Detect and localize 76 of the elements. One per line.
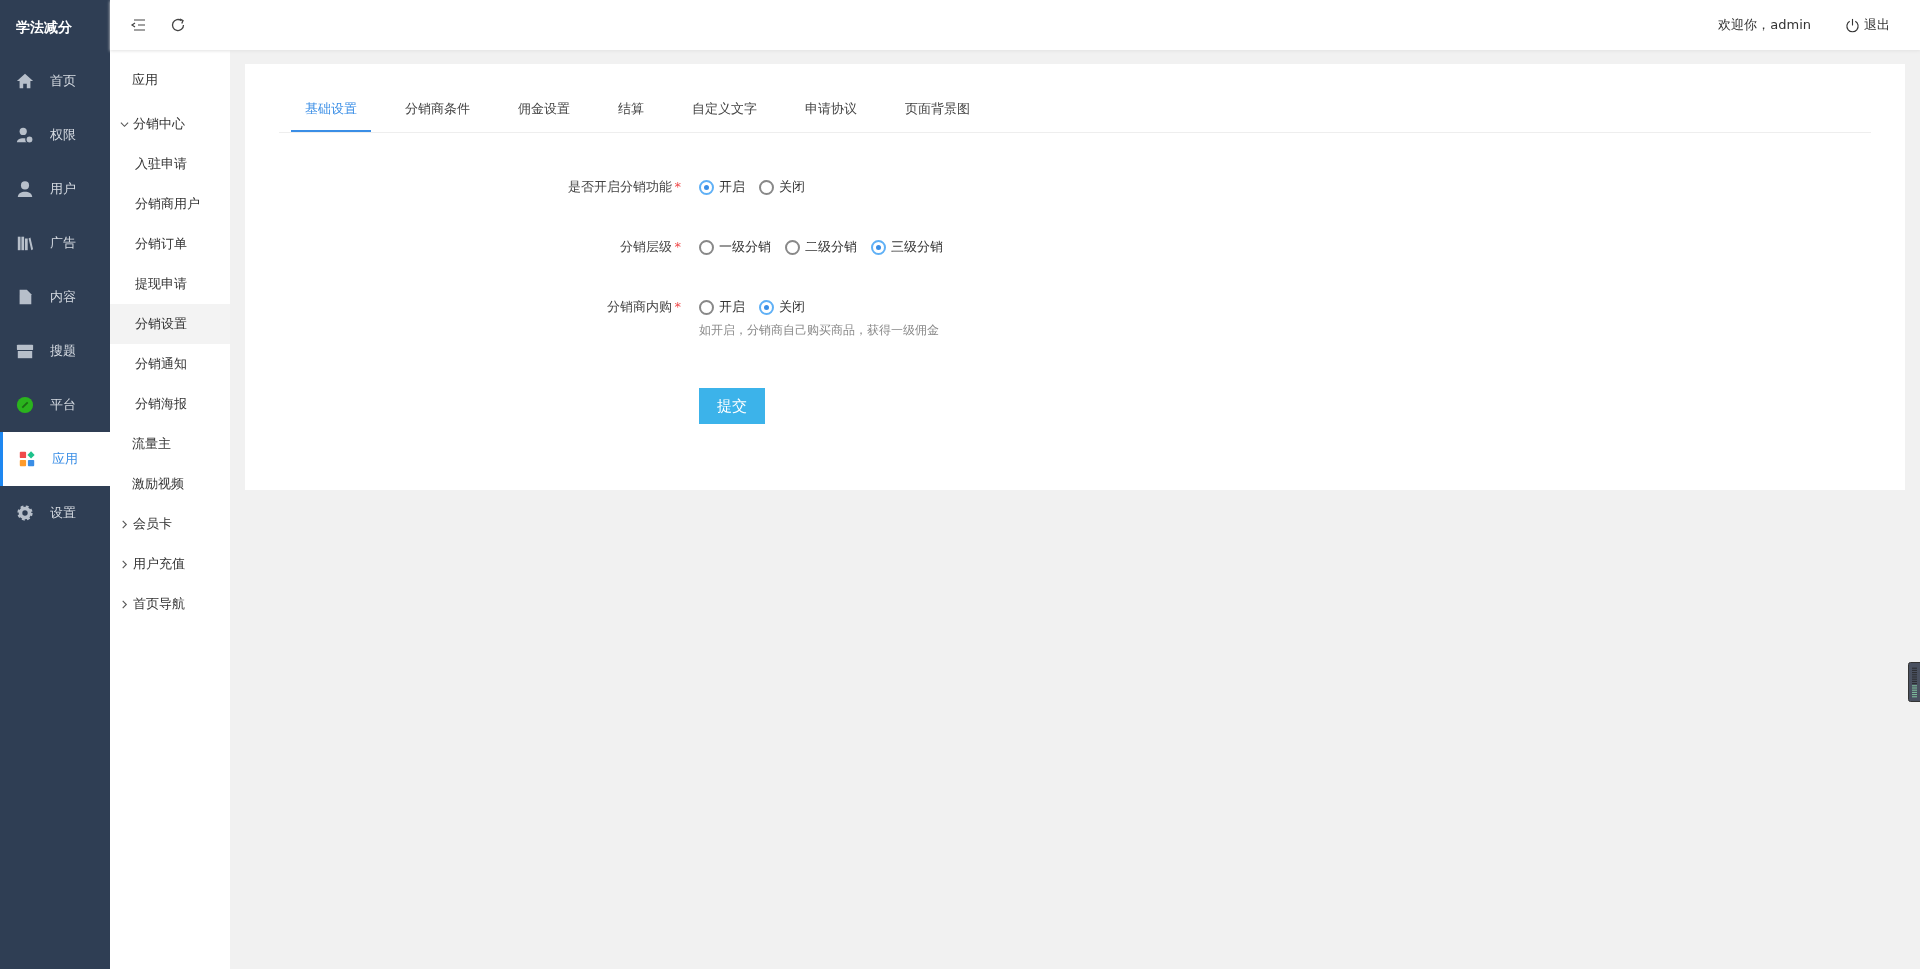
radio-option[interactable]: 三级分销 bbox=[871, 237, 943, 257]
radio-circle[interactable] bbox=[759, 179, 774, 195]
radio-label: 二级分销 bbox=[805, 238, 857, 256]
radio-option[interactable]: 开启 bbox=[699, 177, 745, 197]
submenu-item[interactable]: 激励视频 bbox=[110, 464, 230, 504]
welcome-text: 欢迎你，admin bbox=[1718, 16, 1811, 34]
submenu-item[interactable]: 流量主 bbox=[110, 424, 230, 464]
chevron-right-icon bbox=[120, 519, 129, 529]
submenu-group[interactable]: 首页导航 bbox=[110, 584, 230, 624]
radio-option[interactable]: 关闭 bbox=[759, 177, 805, 197]
sidebar-item[interactable]: 广告 bbox=[0, 216, 110, 270]
sidebar-item[interactable]: 搜题 bbox=[0, 324, 110, 378]
radio-circle[interactable] bbox=[699, 299, 714, 315]
submenu-item[interactable]: 分销订单 bbox=[110, 224, 230, 264]
field-label: 分销商内购 * bbox=[605, 298, 682, 316]
radio-label: 三级分销 bbox=[891, 238, 943, 256]
sidebar-item[interactable]: 权限 bbox=[0, 108, 110, 162]
tab[interactable]: 自定义文字 bbox=[678, 88, 771, 132]
field-hint: 如开启，分销商自己购买商品，获得一级佣金 bbox=[699, 323, 939, 338]
required-mark: * bbox=[674, 239, 681, 254]
user-gear-icon bbox=[16, 126, 34, 144]
radio-option[interactable]: 二级分销 bbox=[785, 237, 857, 257]
radio-label: 一级分销 bbox=[719, 238, 771, 256]
logout-link[interactable]: 退出 bbox=[1845, 16, 1890, 34]
submenu-item[interactable]: 分销海报 bbox=[110, 384, 230, 424]
required-mark: * bbox=[674, 299, 681, 314]
store-icon bbox=[16, 342, 34, 360]
side-widget-drawing[interactable] bbox=[1908, 662, 1920, 702]
sidebar-item[interactable]: 首页 bbox=[0, 54, 110, 108]
submenu-item[interactable]: 分销通知 bbox=[110, 344, 230, 384]
sidebar-item[interactable]: 用户 bbox=[0, 162, 110, 216]
tab[interactable]: 结算 bbox=[604, 88, 658, 132]
submenu-group[interactable]: 会员卡 bbox=[110, 504, 230, 544]
settings-icon bbox=[16, 504, 34, 522]
radio-label: 关闭 bbox=[779, 178, 805, 196]
sidebar-item[interactable]: 应用 bbox=[0, 432, 110, 486]
radio-option[interactable]: 一级分销 bbox=[699, 237, 771, 257]
user-icon bbox=[16, 180, 34, 198]
submenu-item[interactable]: 入驻申请 bbox=[110, 144, 230, 184]
submenu-group[interactable]: 分销中心 bbox=[110, 104, 230, 144]
radio-label: 开启 bbox=[719, 298, 745, 316]
chevron-right-icon bbox=[120, 599, 129, 609]
tab[interactable]: 申请协议 bbox=[791, 88, 871, 132]
tab[interactable]: 分销商条件 bbox=[391, 88, 484, 132]
brand-title: 学法减分 bbox=[15, 18, 73, 37]
tab[interactable]: 佣金设置 bbox=[504, 88, 584, 132]
sidebar-item[interactable]: 内容 bbox=[0, 270, 110, 324]
submenu-title: 应用 bbox=[131, 71, 159, 89]
tab[interactable]: 基础设置 bbox=[291, 88, 371, 132]
menu-icon[interactable] bbox=[130, 17, 146, 33]
home-icon bbox=[16, 72, 34, 90]
chevron-down-icon bbox=[120, 119, 129, 129]
books-icon bbox=[16, 234, 34, 252]
submenu-item[interactable]: 提现申请 bbox=[110, 264, 230, 304]
radio-circle[interactable] bbox=[871, 239, 886, 255]
radio-circle[interactable] bbox=[759, 299, 774, 315]
submenu-item[interactable]: 分销商用户 bbox=[110, 184, 230, 224]
submenu-item[interactable]: 分销设置 bbox=[110, 304, 230, 344]
sidebar-item[interactable]: 设置 bbox=[0, 486, 110, 540]
field-label: 分销层级 * bbox=[618, 238, 682, 256]
chevron-right-icon bbox=[120, 559, 129, 569]
radio-circle[interactable] bbox=[699, 239, 714, 255]
tab[interactable]: 页面背景图 bbox=[891, 88, 984, 132]
radio-option[interactable]: 开启 bbox=[699, 297, 745, 317]
required-mark: * bbox=[674, 179, 681, 194]
radio-circle[interactable] bbox=[699, 179, 714, 195]
submenu-group[interactable]: 用户充值 bbox=[110, 544, 230, 584]
sidebar-item[interactable]: 平台 bbox=[0, 378, 110, 432]
radio-option[interactable]: 关闭 bbox=[759, 297, 805, 317]
radio-label: 关闭 bbox=[779, 298, 805, 316]
field-label: 是否开启分销功能 * bbox=[566, 178, 682, 196]
radio-label: 开启 bbox=[719, 178, 745, 196]
power-icon bbox=[1845, 17, 1860, 33]
apps-icon bbox=[18, 450, 36, 468]
radio-circle[interactable] bbox=[785, 239, 800, 255]
refresh-icon[interactable] bbox=[170, 17, 186, 33]
